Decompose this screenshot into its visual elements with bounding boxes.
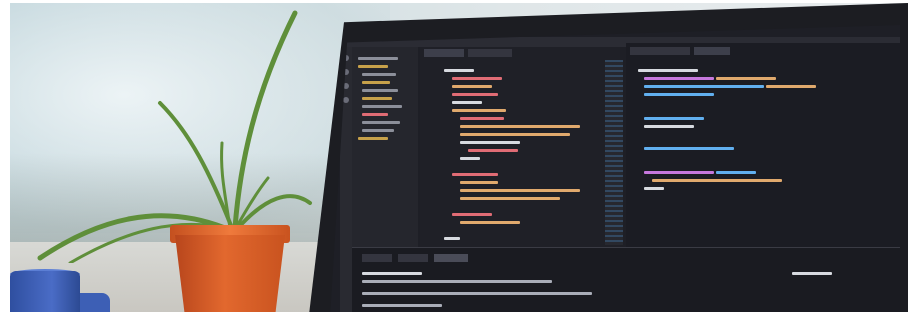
panel-tab xyxy=(434,254,468,262)
terminal-line xyxy=(362,272,422,275)
code-line xyxy=(460,181,498,184)
editor-tab xyxy=(694,47,730,55)
code-editor-left xyxy=(420,47,620,247)
code-line xyxy=(452,173,498,176)
code-line xyxy=(716,171,756,174)
editor-tab xyxy=(424,49,464,57)
editor-tab xyxy=(468,49,512,57)
code-line xyxy=(460,197,560,200)
code-line xyxy=(638,69,698,72)
code-line xyxy=(644,77,714,80)
code-line xyxy=(452,213,492,216)
explorer-item xyxy=(362,97,392,100)
code-line xyxy=(460,141,520,144)
code-line xyxy=(644,147,734,150)
code-line xyxy=(452,77,502,80)
explorer-item xyxy=(358,57,398,60)
code-line xyxy=(644,117,704,120)
terminal-line xyxy=(792,272,832,275)
terminal-line xyxy=(362,304,442,307)
code-line xyxy=(452,85,492,88)
code-line xyxy=(766,85,816,88)
terminal-panel xyxy=(352,247,900,312)
debug-icon xyxy=(343,97,349,103)
code-line xyxy=(644,85,764,88)
minimap xyxy=(605,60,623,245)
terminal-line xyxy=(362,280,552,283)
panel-tab xyxy=(398,254,428,262)
code-line xyxy=(444,69,474,72)
code-line xyxy=(644,187,664,190)
explorer-item xyxy=(362,89,398,92)
terminal-line xyxy=(362,292,592,295)
editor-tab xyxy=(630,47,690,55)
explorer-item xyxy=(362,129,394,132)
plant-leaves-icon xyxy=(37,10,312,263)
code-line xyxy=(452,93,498,96)
explorer-item xyxy=(358,65,388,68)
coffee-mug-icon xyxy=(10,271,80,312)
explorer-item xyxy=(362,105,402,108)
explorer-item xyxy=(362,121,400,124)
flower-pot xyxy=(175,235,285,312)
code-line xyxy=(460,117,504,120)
code-line xyxy=(460,189,580,192)
photo-scene xyxy=(10,3,908,312)
code-line xyxy=(444,237,460,240)
code-editor-right xyxy=(626,43,900,263)
code-line xyxy=(644,93,714,96)
code-line xyxy=(644,171,714,174)
explorer-item xyxy=(362,113,388,116)
code-line xyxy=(460,157,480,160)
code-line xyxy=(460,125,580,128)
code-line xyxy=(716,77,776,80)
panel-tab xyxy=(362,254,392,262)
laptop-screen xyxy=(330,25,900,312)
explorer-item xyxy=(358,137,388,140)
code-line xyxy=(468,149,518,152)
code-line xyxy=(652,179,782,182)
code-line xyxy=(460,221,520,224)
explorer-item xyxy=(362,81,390,84)
code-line xyxy=(452,101,482,104)
explorer-item xyxy=(362,73,396,76)
code-line xyxy=(644,125,694,128)
code-line xyxy=(460,133,570,136)
code-line xyxy=(452,109,506,112)
